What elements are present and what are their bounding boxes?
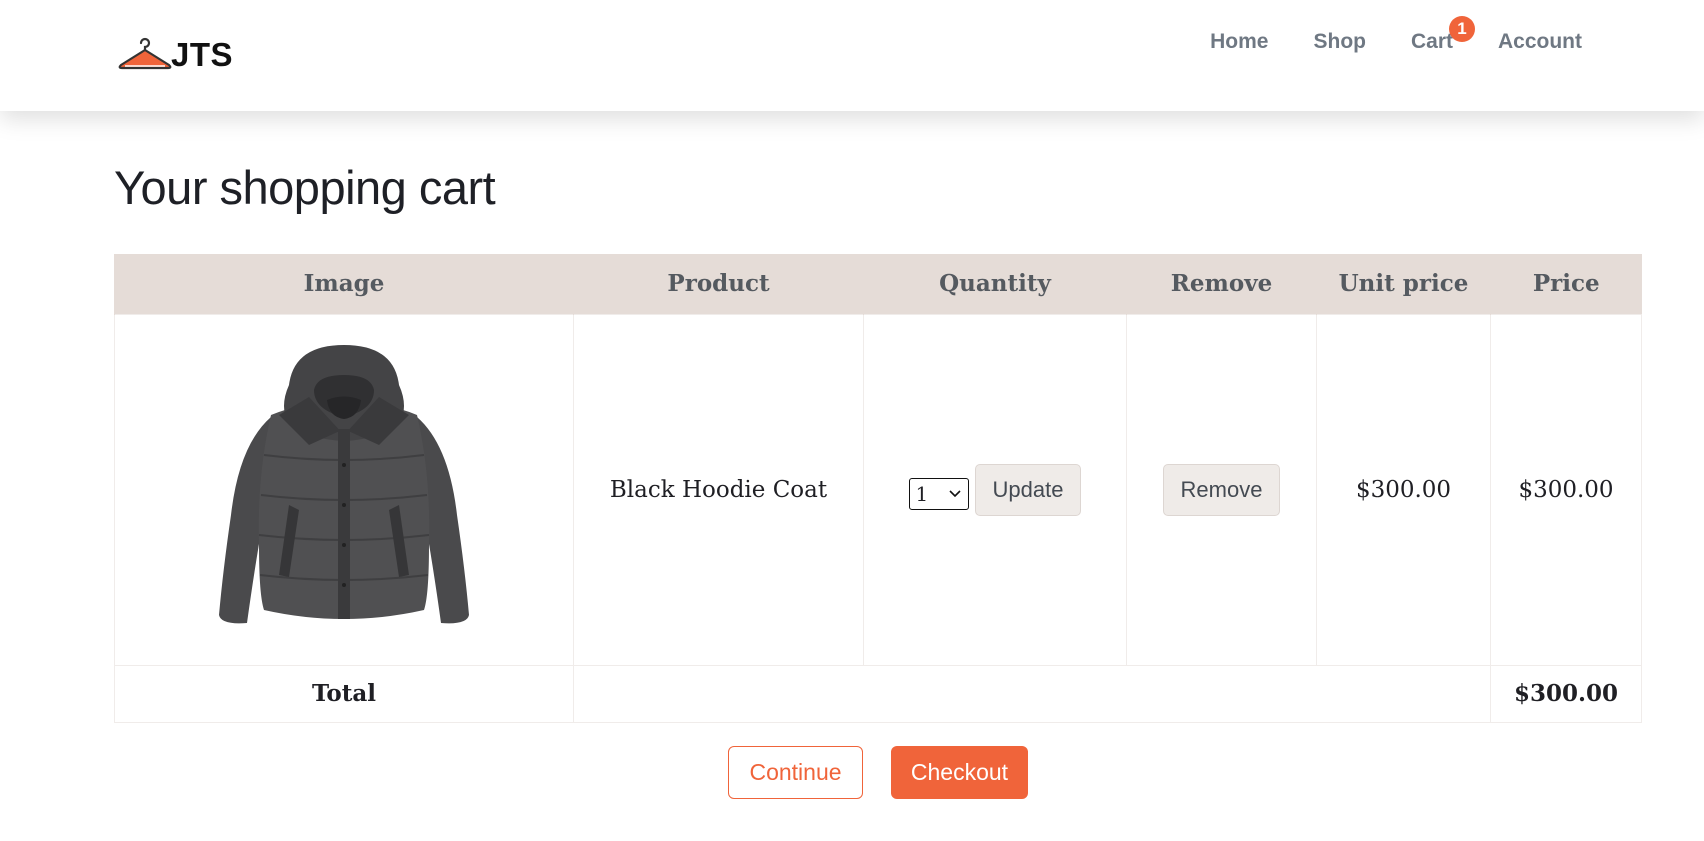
nav-item-shop[interactable]: Shop xyxy=(1313,30,1366,54)
quantity-select[interactable]: 1 xyxy=(908,477,969,510)
cart-item-quantity-cell: 1 Update xyxy=(863,313,1127,666)
hanger-icon xyxy=(118,37,172,70)
nav-item-home[interactable]: Home xyxy=(1210,30,1268,54)
cart-item-price: $300.00 xyxy=(1490,313,1642,666)
total-value: $300.00 xyxy=(1490,664,1642,723)
quantity-select-value: 1 xyxy=(915,481,929,506)
remove-item-button[interactable]: Remove xyxy=(1162,463,1281,516)
column-header-price: Price xyxy=(1490,254,1642,314)
quantity-controls: 1 Update xyxy=(908,463,1082,516)
main-nav: Home Shop Cart 1 Account xyxy=(1210,16,1582,58)
column-header-image: Image xyxy=(114,254,574,314)
cart-item-product-name: Black Hoodie Coat xyxy=(573,313,864,666)
total-spacer xyxy=(573,664,1491,723)
column-header-quantity: Quantity xyxy=(863,254,1127,314)
checkout-button[interactable]: Checkout xyxy=(891,746,1028,799)
column-header-remove: Remove xyxy=(1126,254,1317,314)
cart-actions: Continue Checkout xyxy=(728,746,1028,799)
brand-name: JTS xyxy=(171,36,234,73)
cart-table-header-row: Image Product Quantity Remove Unit price… xyxy=(114,254,1642,314)
cart-item-image-cell xyxy=(114,313,574,666)
update-quantity-button[interactable]: Update xyxy=(974,463,1082,516)
nav-item-account[interactable]: Account xyxy=(1498,30,1582,54)
nav-item-cart-label: Cart xyxy=(1410,30,1453,53)
continue-shopping-button[interactable]: Continue xyxy=(728,746,863,799)
cart-item-row: Black Hoodie Coat 1 Update Remove $300.0… xyxy=(114,313,1642,666)
cart-item-unit-price: $300.00 xyxy=(1316,313,1491,666)
cart-table: Image Product Quantity Remove Unit price… xyxy=(114,254,1642,723)
cart-item-remove-cell: Remove xyxy=(1126,313,1317,666)
brand-logo-link[interactable]: JTS xyxy=(115,34,233,74)
site-header: JTS Home Shop Cart 1 Account xyxy=(0,0,1704,111)
chevron-down-icon xyxy=(948,489,961,497)
cart-count-badge: 1 xyxy=(1449,16,1475,42)
black-hoodie-coat-image xyxy=(219,344,469,623)
cart-total-row: Total $300.00 xyxy=(114,664,1642,723)
total-label: Total xyxy=(114,664,574,723)
page-title: Your shopping cart xyxy=(114,161,496,214)
nav-item-cart[interactable]: Cart 1 xyxy=(1410,16,1475,54)
column-header-product: Product xyxy=(573,254,864,314)
column-header-unit-price: Unit price xyxy=(1316,254,1491,314)
